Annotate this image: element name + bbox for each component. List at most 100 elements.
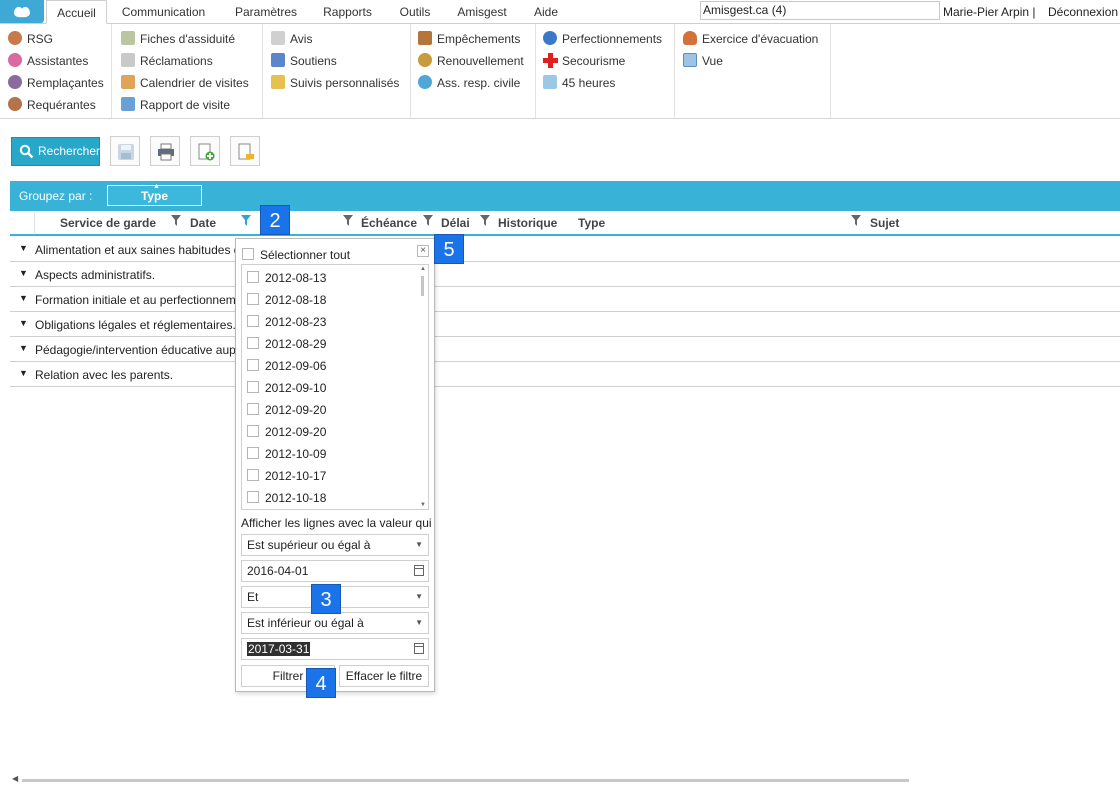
save-button[interactable] [110, 136, 140, 166]
ribbon-item-vue[interactable]: Vue [683, 50, 723, 72]
ribbon-item-calendrier[interactable]: Calendrier de visites [121, 72, 249, 94]
filter-funnel-icon[interactable] [851, 215, 861, 226]
column-header-delai[interactable]: Délai [441, 216, 470, 230]
date-checkbox[interactable] [247, 403, 259, 415]
date-list-item[interactable]: 2012-10-17 [265, 469, 326, 483]
ribbon-item-perfectionnements[interactable]: Perfectionnements [543, 28, 662, 50]
chevron-down-icon[interactable]: ▼ [19, 343, 28, 353]
scroll-left-icon[interactable]: ◀ [12, 774, 18, 783]
date-checkbox[interactable] [247, 469, 259, 481]
date-checkbox[interactable] [247, 491, 259, 503]
site-selector[interactable]: Amisgest.ca (4) [700, 1, 940, 20]
column-header-date[interactable]: Date [190, 216, 216, 230]
ribbon-item-rapport-visite[interactable]: Rapport de visite [121, 94, 230, 116]
date-list-item[interactable]: 2012-08-18 [265, 293, 326, 307]
horizontal-scrollbar[interactable] [22, 779, 909, 782]
chevron-down-icon[interactable]: ▼ [19, 368, 28, 378]
group-row[interactable]: ▼ Obligations légales et réglementaires. [10, 312, 1120, 337]
list-scrollbar[interactable]: ▲ ▼ [418, 266, 427, 508]
add-document-button[interactable] [190, 136, 220, 166]
date-list-item[interactable]: 2012-10-09 [265, 447, 326, 461]
chevron-down-icon[interactable]: ▼ [19, 318, 28, 328]
tab-parametres[interactable]: Paramètres [225, 0, 307, 24]
ribbon-item-empechements[interactable]: Empêchements [418, 28, 520, 50]
ribbon-item-reclamations[interactable]: Réclamations [121, 50, 213, 72]
tab-aide[interactable]: Aide [525, 0, 567, 24]
sort-ascending-icon: ▲ [153, 183, 160, 190]
filter-funnel-icon[interactable] [171, 215, 181, 226]
chevron-down-icon[interactable]: ▼ [19, 268, 28, 278]
date-checkbox[interactable] [247, 271, 259, 283]
logout-link[interactable]: Déconnexion [1048, 5, 1118, 19]
column-header-sujet[interactable]: Sujet [870, 216, 899, 230]
group-row[interactable]: ▼ Aspects administratifs. [10, 262, 1120, 287]
group-row[interactable]: ▼ Formation initiale et au perfectionnem [10, 287, 1120, 312]
date-list-item[interactable]: 2012-10-18 [265, 491, 326, 505]
chevron-down-icon[interactable]: ▼ [19, 293, 28, 303]
date-checkbox[interactable] [247, 359, 259, 371]
tab-outils[interactable]: Outils [390, 0, 440, 24]
ribbon-item-renouvellement[interactable]: Renouvellement [418, 50, 524, 72]
calendar-icon[interactable] [414, 565, 424, 576]
print-button[interactable] [150, 136, 180, 166]
search-button[interactable]: Rechercher [11, 137, 100, 166]
column-header-historique[interactable]: Historique [498, 216, 557, 230]
ribbon-item-requerantes[interactable]: Requérantes [8, 94, 96, 116]
close-icon[interactable]: × [417, 245, 429, 257]
date-list-item[interactable]: 2012-09-10 [265, 381, 326, 395]
ribbon-item-label: Exercice d'évacuation [702, 32, 819, 46]
date-checkbox[interactable] [247, 425, 259, 437]
ribbon-item-rsg[interactable]: RSG [8, 28, 53, 50]
column-header-service[interactable]: Service de garde [60, 216, 156, 230]
column-header-type[interactable]: Type [578, 216, 605, 230]
ribbon-item-ass-resp[interactable]: Ass. resp. civile [418, 72, 520, 94]
ribbon-item-45-heures[interactable]: 45 heures [543, 72, 615, 94]
tab-accueil[interactable]: Accueil [46, 0, 107, 24]
group-row[interactable]: ▼ Relation avec les parents. [10, 362, 1120, 387]
date-list-item[interactable]: 2012-08-23 [265, 315, 326, 329]
ribbon-item-label: Rapport de visite [140, 98, 231, 112]
date-list-item[interactable]: 2012-09-20 [265, 425, 326, 439]
ribbon-item-secourisme[interactable]: Secourisme [543, 50, 625, 72]
tab-amisgest[interactable]: Amisgest [448, 0, 516, 24]
date-list-item[interactable]: 2012-08-13 [265, 271, 326, 285]
filter-funnel-icon[interactable] [480, 215, 490, 226]
select-all-checkbox[interactable] [242, 248, 254, 260]
app-logo-icon[interactable] [0, 0, 44, 23]
filter-funnel-icon[interactable] [423, 215, 433, 226]
ribbon-item-remplacantes[interactable]: Remplaçantes [8, 72, 104, 94]
tab-rapports[interactable]: Rapports [315, 0, 380, 24]
group-row[interactable]: ▼ Alimentation et aux saines habitudes d [10, 237, 1120, 262]
date-list-item[interactable]: 2012-08-29 [265, 337, 326, 351]
ribbon-item-fiches[interactable]: Fiches d'assiduité [121, 28, 235, 50]
column-header-echeance[interactable]: Échéance [361, 216, 417, 230]
date-list-item[interactable]: 2012-09-06 [265, 359, 326, 373]
tab-communication[interactable]: Communication [112, 0, 215, 24]
callout-badge: 5 [434, 234, 464, 264]
clear-filter-button[interactable]: Effacer le filtre [339, 665, 429, 687]
date-to-input[interactable]: 2017-03-31 [241, 638, 429, 660]
date-checkbox[interactable] [247, 337, 259, 349]
date-from-input[interactable]: 2016-04-01 [241, 560, 429, 582]
ribbon-item-suivis[interactable]: Suivis personnalisés [271, 72, 399, 94]
hours-icon [543, 75, 557, 89]
group-by-chip[interactable]: ▲ Type [107, 183, 202, 206]
filter-funnel-icon[interactable] [343, 215, 353, 226]
filter-funnel-icon[interactable] [241, 215, 251, 226]
operator-select-2[interactable]: Est inférieur ou égal à ▼ [241, 612, 429, 634]
calendar-icon[interactable] [414, 643, 424, 654]
ribbon-item-avis[interactable]: Avis [271, 28, 312, 50]
operator-select-1[interactable]: Est supérieur ou égal à ▼ [241, 534, 429, 556]
ribbon-item-exercice[interactable]: Exercice d'évacuation [683, 28, 818, 50]
date-list-item[interactable]: 2012-09-20 [265, 403, 326, 417]
date-checkbox[interactable] [247, 315, 259, 327]
date-checkbox[interactable] [247, 447, 259, 459]
ribbon-group-evacuation: Exercice d'évacuation Vue [675, 24, 831, 118]
chevron-down-icon[interactable]: ▼ [19, 243, 28, 253]
date-checkbox[interactable] [247, 293, 259, 305]
group-row[interactable]: ▼ Pédagogie/intervention éducative aup [10, 337, 1120, 362]
edit-document-button[interactable] [230, 136, 260, 166]
ribbon-item-soutiens[interactable]: Soutiens [271, 50, 337, 72]
ribbon-item-assistantes[interactable]: Assistantes [8, 50, 88, 72]
date-checkbox[interactable] [247, 381, 259, 393]
